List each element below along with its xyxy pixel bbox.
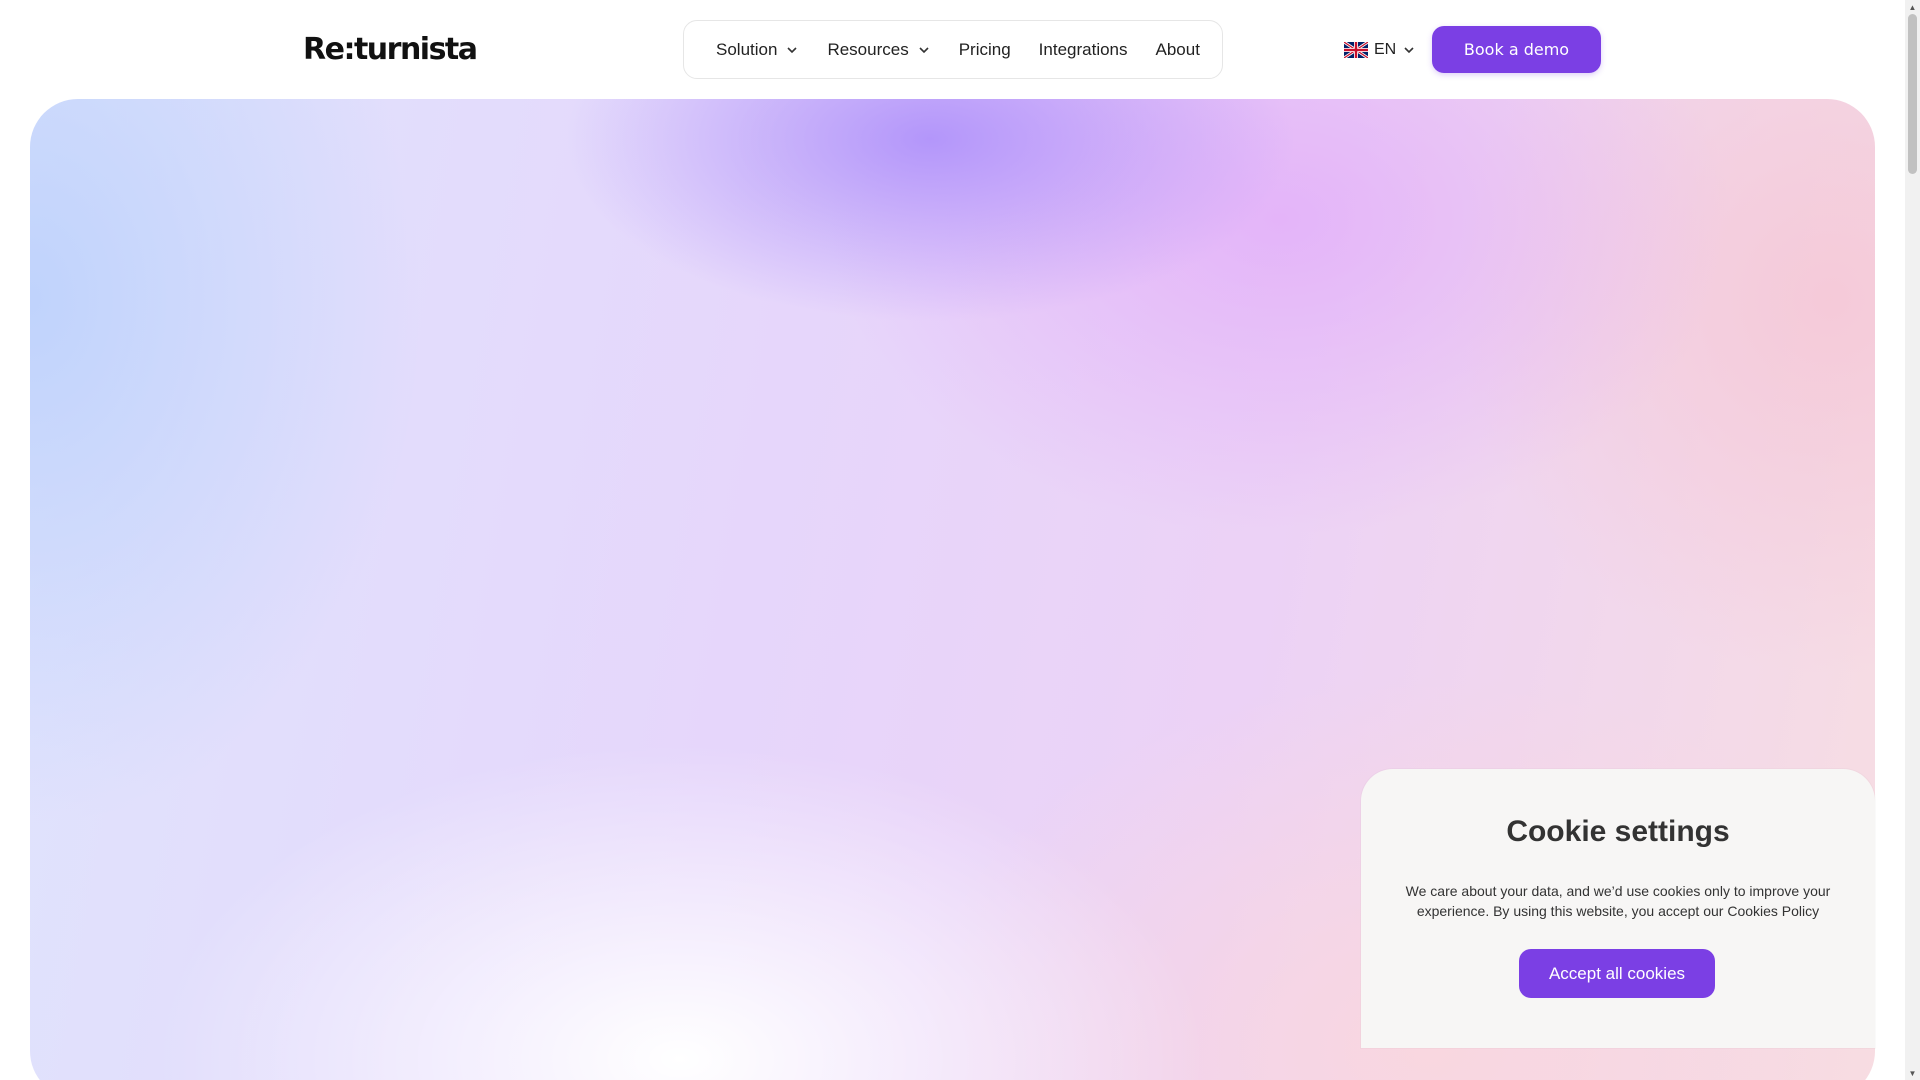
cookie-banner: Cookie settings We care about your data,…: [1361, 769, 1875, 1048]
scroll-up-icon[interactable]: ▲: [1905, 0, 1920, 14]
nav-label-integrations: Integrations: [1038, 39, 1128, 59]
scroll-down-icon[interactable]: ▼: [1905, 1066, 1920, 1080]
chevron-down-icon: [787, 46, 798, 53]
language-label: EN: [1374, 41, 1397, 58]
language-selector[interactable]: EN: [1344, 38, 1416, 62]
nav-item-solution[interactable]: Solution: [716, 40, 799, 60]
cookie-text: We care about your data, and we’d use co…: [1405, 883, 1831, 919]
page: Re:turnista Solution Resources Pricing I…: [0, 0, 1920, 1080]
vertical-scrollbar[interactable]: ▲ ▼: [1905, 0, 1920, 1080]
nav-item-resources[interactable]: Resources: [827, 40, 930, 60]
main-nav: Solution Resources Pricing Integrations …: [683, 20, 1223, 79]
book-demo-button[interactable]: Book a demo: [1432, 26, 1601, 73]
nav-label-solution: Solution: [716, 39, 778, 59]
cookie-title: Cookie settings: [1506, 815, 1730, 848]
nav-item-integrations[interactable]: Integrations: [1039, 40, 1128, 60]
accept-all-cookies-button[interactable]: Accept all cookies: [1519, 949, 1715, 998]
scroll-thumb[interactable]: [1908, 14, 1917, 174]
nav-label-pricing: Pricing: [958, 39, 1011, 59]
chevron-down-icon: [1404, 47, 1414, 54]
returnista-logo[interactable]: Re:turnista: [303, 34, 478, 66]
nav-label-about: About: [1155, 39, 1200, 59]
nav-item-pricing[interactable]: Pricing: [959, 40, 1011, 60]
uk-flag-icon: [1344, 42, 1368, 58]
chevron-down-icon: [919, 46, 929, 53]
site-header: Re:turnista Solution Resources Pricing I…: [0, 0, 1905, 98]
nav-item-about[interactable]: About: [1156, 40, 1200, 60]
nav-label-resources: Resources: [827, 39, 909, 59]
